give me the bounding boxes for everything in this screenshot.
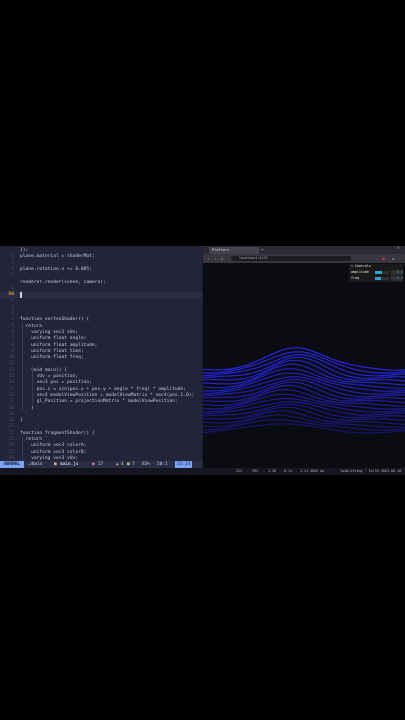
error-count: 27 [98, 462, 104, 467]
warning-icon: ▲ [116, 462, 119, 467]
control-value[interactable]: 0.5 [391, 270, 403, 275]
control-row[interactable]: amplitude 0.5 [351, 270, 403, 275]
cursor-column: 50:1 [157, 462, 168, 467]
taskbar-clock: fpsblitting · 14:53 2023-06-16 [340, 469, 402, 473]
taskbar-stat: 19% [252, 469, 259, 473]
screen: }); 4 plane.material = shaderMat; 3 2 plane.r… [0, 246, 405, 475]
back-icon[interactable]: ‹ [206, 256, 211, 261]
control-label: amplitude [351, 270, 369, 274]
file-name: main.js [60, 462, 79, 467]
control-row[interactable]: freq 0.4 [351, 276, 403, 281]
git-branch: main [32, 462, 43, 467]
control-slider[interactable] [375, 271, 389, 274]
controls-title[interactable]: ▾ Controls [351, 264, 401, 269]
close-window-icon[interactable]: × [397, 246, 400, 251]
webgl-canvas[interactable] [203, 263, 405, 468]
forward-icon[interactable]: › [213, 256, 218, 261]
taskbar-stat: 1.3G [268, 469, 277, 473]
url-field[interactable]: localhost:5173 [231, 256, 351, 261]
warning-count: 4 [121, 462, 124, 467]
mode-indicator: NORMAL [0, 461, 24, 468]
browser-tab[interactable]: Plotters [209, 247, 259, 254]
indent-guide [32, 366, 33, 404]
controls-panel[interactable]: ▾ Controls amplitude 0.5 freq 0.4 [349, 264, 403, 282]
system-taskbar: 22% 19% 1.3G 0.1% 1.21 GHz 2 up fpsblitting ·… [0, 468, 405, 475]
menu-icon[interactable]: ≡ [391, 256, 396, 261]
hint-icon: ■ [127, 462, 130, 467]
control-value[interactable]: 0.4 [391, 276, 403, 281]
tab-title: Plotters [212, 248, 230, 252]
indent-guide [22, 322, 23, 410]
wave-mesh-line [203, 406, 405, 421]
file-icon: ■ [54, 462, 57, 467]
slider-fill [375, 277, 381, 280]
control-label: freq [351, 276, 359, 280]
browser-window: Plotters + × ‹ › ↻ localhost:5173 ■ ≡ ▾ … [203, 246, 405, 468]
cursor-position: 21:24 [175, 461, 193, 468]
taskbar-stat: 0.1% [284, 469, 293, 473]
taskbar-stat: 22% [236, 469, 243, 473]
code-editor[interactable]: }); 4 plane.material = shaderMat; 3 2 plane.r… [0, 246, 202, 461]
reload-icon[interactable]: ↻ [220, 256, 225, 261]
taskbar-stat: 1.21 GHz [300, 469, 317, 473]
slider-fill [375, 271, 382, 274]
scroll-percent: 83% [142, 462, 150, 467]
hint-count: 7 [132, 462, 135, 467]
url-text: localhost:5173 [239, 256, 268, 260]
new-tab-icon[interactable]: + [261, 247, 263, 252]
navigation-bar: ‹ › ↻ localhost:5173 ■ ≡ [203, 254, 405, 263]
error-icon: ● [92, 462, 95, 467]
text-cursor [20, 292, 22, 299]
indent-guide [22, 436, 23, 461]
taskbar-stat: 2 up [316, 469, 325, 473]
control-slider[interactable] [375, 277, 389, 280]
tab-bar: Plotters + × [203, 246, 405, 254]
status-line: NORMAL ⎇ main ■ main.js ● 27 ▲ 4 ■ 7 83%… [0, 461, 202, 468]
extension-icon[interactable]: ■ [381, 256, 386, 261]
